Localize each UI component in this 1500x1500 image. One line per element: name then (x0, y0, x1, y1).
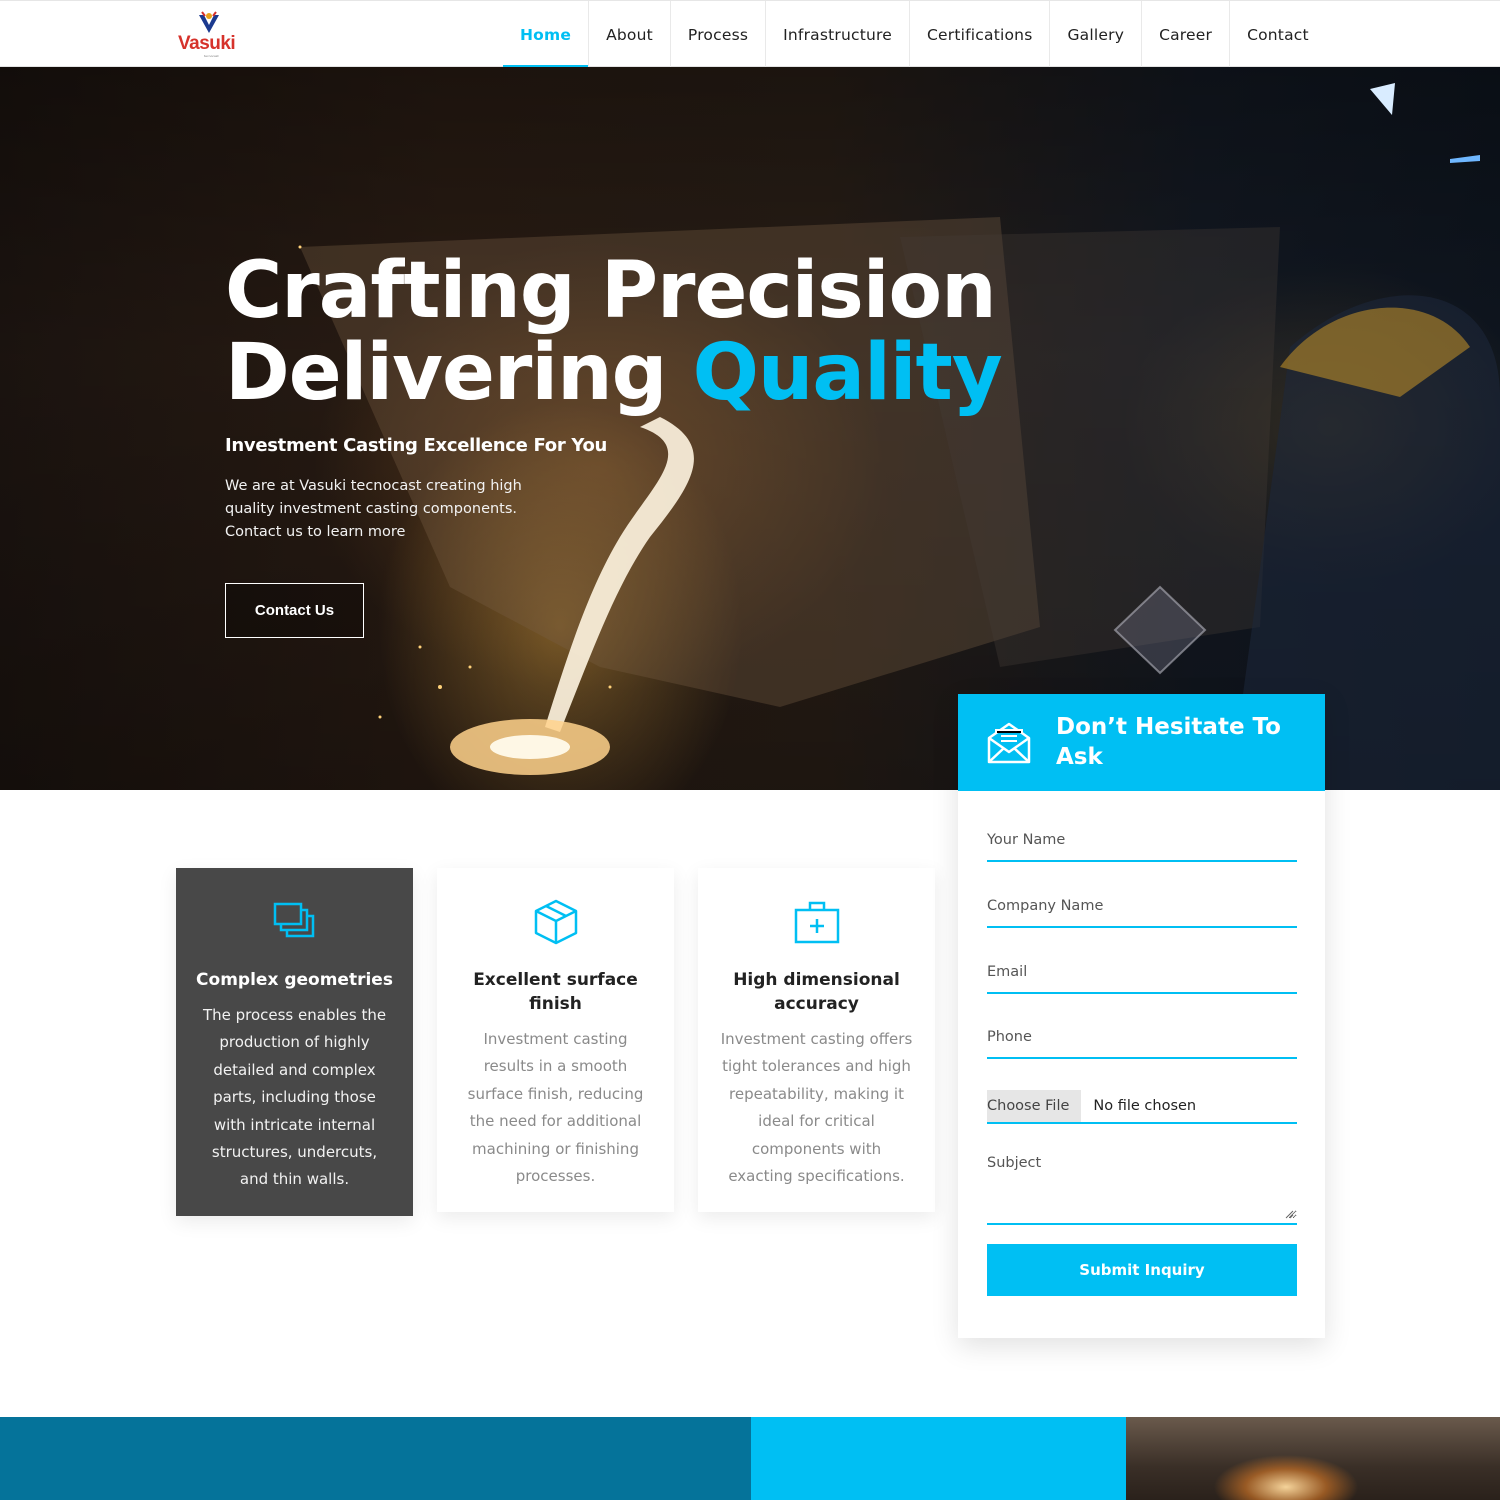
nav-item-infrastructure[interactable]: Infrastructure (766, 1, 910, 68)
bottom-section-cyan-panel (751, 1417, 1126, 1500)
cube-icon (534, 899, 577, 945)
email-field (987, 961, 1297, 994)
logo-wordmark: Vasuki (178, 33, 236, 54)
feature-text: Investment casting results in a smooth s… (467, 1030, 644, 1186)
medical-case-icon (794, 901, 839, 944)
email-input[interactable] (987, 964, 1297, 992)
feature-text: The process enables the production of hi… (202, 1006, 387, 1189)
logo-emblem-icon (199, 11, 219, 33)
inquiry-form-header: Don’t Hesitate To Ask (958, 694, 1325, 791)
hero-subtitle: Investment Casting Excellence For You (225, 435, 608, 456)
company-field (987, 895, 1297, 928)
nav-item-certifications[interactable]: Certifications (910, 1, 1051, 68)
contact-us-button[interactable]: Contact Us (225, 583, 364, 638)
hero-heading-plain: Delivering (225, 328, 693, 418)
phone-input[interactable] (987, 1029, 1297, 1057)
feature-card-surface-finish: Excellent surface finish Investment cast… (437, 868, 674, 1212)
feature-text: Investment casting offers tight toleranc… (720, 1030, 913, 1186)
choose-file-button[interactable]: Choose File (987, 1090, 1082, 1122)
hero-heading: Crafting Precision Delivering Quality (225, 246, 1003, 414)
bottom-section-foundry-image (1126, 1417, 1500, 1500)
feature-card-complex-geometries: Complex geometries The process enables t… (176, 868, 413, 1216)
hero-description: We are at Vasuki tecnocast creating high… (225, 478, 522, 540)
file-status-text: No file chosen (1093, 1098, 1197, 1114)
feature-title: High dimensional accuracy (733, 970, 900, 1014)
subject-textarea[interactable] (987, 1155, 1297, 1219)
resize-handle-icon[interactable] (1285, 1210, 1294, 1219)
inquiry-form-title: Don’t Hesitate To Ask (1056, 714, 1281, 770)
foundry-pour-background (298, 83, 1500, 790)
submit-inquiry-button[interactable]: Submit Inquiry (987, 1244, 1297, 1296)
feature-title: Complex geometries (196, 970, 393, 990)
subject-field (987, 1155, 1297, 1225)
bottom-section-blue-panel (0, 1417, 751, 1500)
hero-heading-line1: Crafting Precision (225, 246, 997, 336)
hero-banner: Crafting Precision Delivering Quality In… (0, 67, 1500, 790)
inquiry-form: Don’t Hesitate To Ask Choose File No fil… (958, 694, 1325, 1338)
hero-heading-accent: Quality (692, 328, 1003, 418)
nav-item-career[interactable]: Career (1142, 1, 1231, 68)
nav-item-contact[interactable]: Contact (1230, 1, 1326, 68)
top-navbar: Vasuki tecnocast Home About Process Infr… (0, 0, 1500, 69)
phone-field (987, 1026, 1297, 1059)
envelope-icon (987, 722, 1031, 764)
nav-item-process[interactable]: Process (671, 1, 767, 68)
file-upload-field: Choose File No file chosen (987, 1090, 1297, 1124)
logo-tagline: tecnocast (204, 54, 219, 58)
nav-item-about[interactable]: About (589, 1, 671, 68)
name-input[interactable] (987, 832, 1297, 860)
feature-title: Excellent surface finish (473, 970, 638, 1014)
feature-card-dimensional-accuracy: High dimensional accuracy Investment cas… (698, 868, 935, 1212)
main-menu: Home About Process Infrastructure Certif… (503, 1, 1326, 69)
layers-icon (273, 902, 314, 938)
hero-heading-line2: Delivering Quality (225, 332, 1003, 414)
nav-item-home[interactable]: Home (503, 1, 590, 69)
company-input[interactable] (987, 898, 1297, 926)
vasuki-logo[interactable]: Vasuki tecnocast (178, 11, 242, 58)
nav-item-gallery[interactable]: Gallery (1050, 1, 1143, 68)
name-field (987, 829, 1297, 862)
